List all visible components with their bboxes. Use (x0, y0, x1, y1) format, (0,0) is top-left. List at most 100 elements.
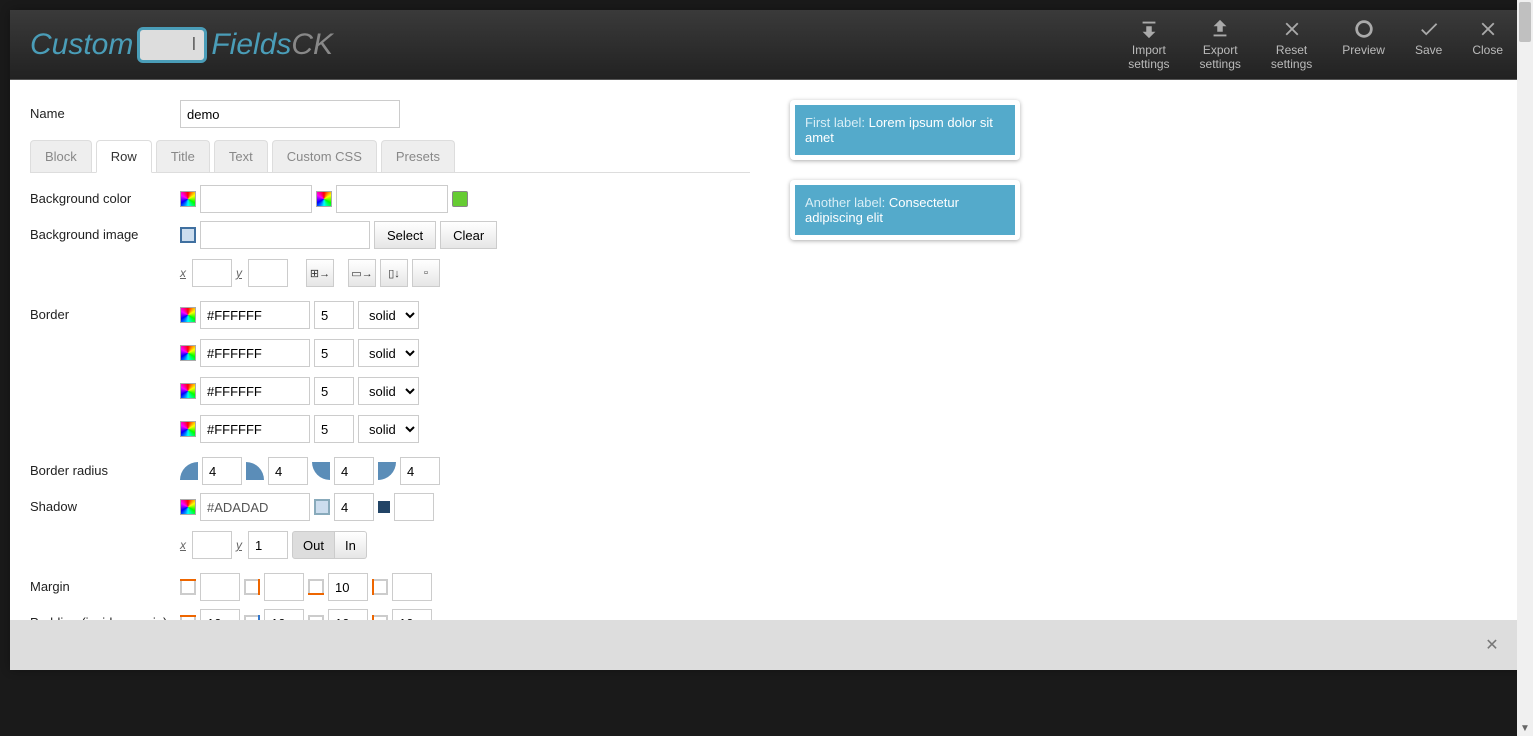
no-repeat-icon[interactable]: ▫ (412, 259, 440, 287)
export-button[interactable]: Export settings (1200, 18, 1241, 70)
shadow-color-input[interactable] (200, 493, 310, 521)
radius-bl-icon (312, 462, 330, 480)
border-width-input-3[interactable] (314, 415, 354, 443)
export-icon (1209, 18, 1231, 40)
color-picker-icon-2[interactable] (316, 191, 332, 207)
close-button[interactable]: Close (1472, 18, 1503, 70)
preview-label-1: Another label: (805, 195, 885, 210)
preview-button[interactable]: Preview (1342, 18, 1385, 70)
bg-y-input[interactable] (248, 259, 288, 287)
logo-box-icon (137, 27, 207, 63)
save-button[interactable]: Save (1415, 18, 1442, 70)
shadow-color-icon[interactable] (180, 499, 196, 515)
border-width-input-1[interactable] (314, 339, 354, 367)
margin-bottom-icon (308, 579, 324, 595)
border-style-select-3[interactable]: solid (358, 415, 419, 443)
preview-card-0: First label: Lorem ipsum dolor sit amet (790, 100, 1020, 160)
preview-panel: First label: Lorem ipsum dolor sit amet … (790, 100, 1020, 645)
tab-block[interactable]: Block (30, 140, 92, 172)
border-width-input-0[interactable] (314, 301, 354, 329)
color-picker-icon[interactable] (180, 191, 196, 207)
border-color-input-0[interactable] (200, 301, 310, 329)
footer-close-button[interactable]: ✕ (1477, 630, 1507, 660)
shadow-x-input[interactable] (192, 531, 232, 559)
tab-css[interactable]: Custom CSS (272, 140, 377, 172)
margin-label: Margin (30, 573, 180, 594)
border-style-select-1[interactable]: solid (358, 339, 419, 367)
radius-br-input[interactable] (400, 457, 440, 485)
radius-bl-input[interactable] (334, 457, 374, 485)
x-label: x (180, 266, 186, 280)
shadow-spread-icon (378, 501, 390, 513)
x-icon (1477, 18, 1499, 40)
shadow-in-button[interactable]: In (335, 531, 367, 559)
repeat-x-icon[interactable]: ▭→ (348, 259, 376, 287)
scroll-thumb[interactable] (1519, 2, 1531, 42)
repeat-xy-icon[interactable]: ⊞→ (306, 259, 334, 287)
name-input[interactable] (180, 100, 400, 128)
shadow-blur-input[interactable] (334, 493, 374, 521)
border-color-icon-0[interactable] (180, 307, 196, 323)
preview-label-0: First label: (805, 115, 865, 130)
check-icon (1418, 18, 1440, 40)
border-label: Border (30, 301, 180, 322)
scroll-down-icon[interactable]: ▼ (1517, 720, 1533, 736)
shadow-out-button[interactable]: Out (292, 531, 335, 559)
bgimage-label: Background image (30, 221, 180, 242)
toolbar: Import settings Export settings Reset se… (1128, 18, 1503, 70)
reset-button[interactable]: Reset settings (1271, 18, 1312, 70)
header: Custom Fields CK Import settings Export … (10, 10, 1523, 80)
border-color-icon-2[interactable] (180, 383, 196, 399)
margin-left-input[interactable] (392, 573, 432, 601)
close-icon (1281, 18, 1303, 40)
tab-presets[interactable]: Presets (381, 140, 455, 172)
border-style-select-0[interactable]: solid (358, 301, 419, 329)
clear-button[interactable]: Clear (440, 221, 497, 249)
radius-tr-input[interactable] (268, 457, 308, 485)
radius-tl-input[interactable] (202, 457, 242, 485)
preview-card-1: Another label: Consectetur adipiscing el… (790, 180, 1020, 240)
border-color-input-3[interactable] (200, 415, 310, 443)
radius-label: Border radius (30, 457, 180, 478)
image-icon[interactable] (452, 191, 468, 207)
margin-bottom-input[interactable] (328, 573, 368, 601)
margin-top-icon (180, 579, 196, 595)
tab-title[interactable]: Title (156, 140, 210, 172)
tab-text[interactable]: Text (214, 140, 268, 172)
y-label: y (236, 266, 242, 280)
tab-row[interactable]: Row (96, 140, 152, 173)
import-button[interactable]: Import settings (1128, 18, 1169, 70)
shadow-label: Shadow (30, 493, 180, 514)
radius-br-icon (378, 462, 396, 480)
scrollbar[interactable]: ▲ ▼ (1517, 0, 1533, 736)
radius-tl-icon (180, 462, 198, 480)
bgimage-icon (180, 227, 196, 243)
repeat-y-icon[interactable]: ▯↓ (380, 259, 408, 287)
bgcolor2-input[interactable] (336, 185, 448, 213)
shadow-x-label: x (180, 538, 186, 552)
border-color-input-2[interactable] (200, 377, 310, 405)
margin-right-input[interactable] (264, 573, 304, 601)
margin-top-input[interactable] (200, 573, 240, 601)
name-label: Name (30, 100, 180, 121)
logo-text-fields: Fields (211, 28, 291, 62)
import-icon (1138, 18, 1160, 40)
bgimage-input[interactable] (200, 221, 370, 249)
border-style-select-2[interactable]: solid (358, 377, 419, 405)
bgcolor-input[interactable] (200, 185, 312, 213)
logo-text-custom: Custom (30, 28, 133, 62)
tabs: Block Row Title Text Custom CSS Presets (30, 140, 750, 173)
border-width-input-2[interactable] (314, 377, 354, 405)
border-color-icon-3[interactable] (180, 421, 196, 437)
select-button[interactable]: Select (374, 221, 436, 249)
shadow-y-input[interactable] (248, 531, 288, 559)
bgcolor-label: Background color (30, 185, 180, 206)
shadow-blur-icon (314, 499, 330, 515)
shadow-spread-input[interactable] (394, 493, 434, 521)
margin-right-icon (244, 579, 260, 595)
circle-icon (1353, 18, 1375, 40)
margin-left-icon (372, 579, 388, 595)
bg-x-input[interactable] (192, 259, 232, 287)
border-color-input-1[interactable] (200, 339, 310, 367)
border-color-icon-1[interactable] (180, 345, 196, 361)
